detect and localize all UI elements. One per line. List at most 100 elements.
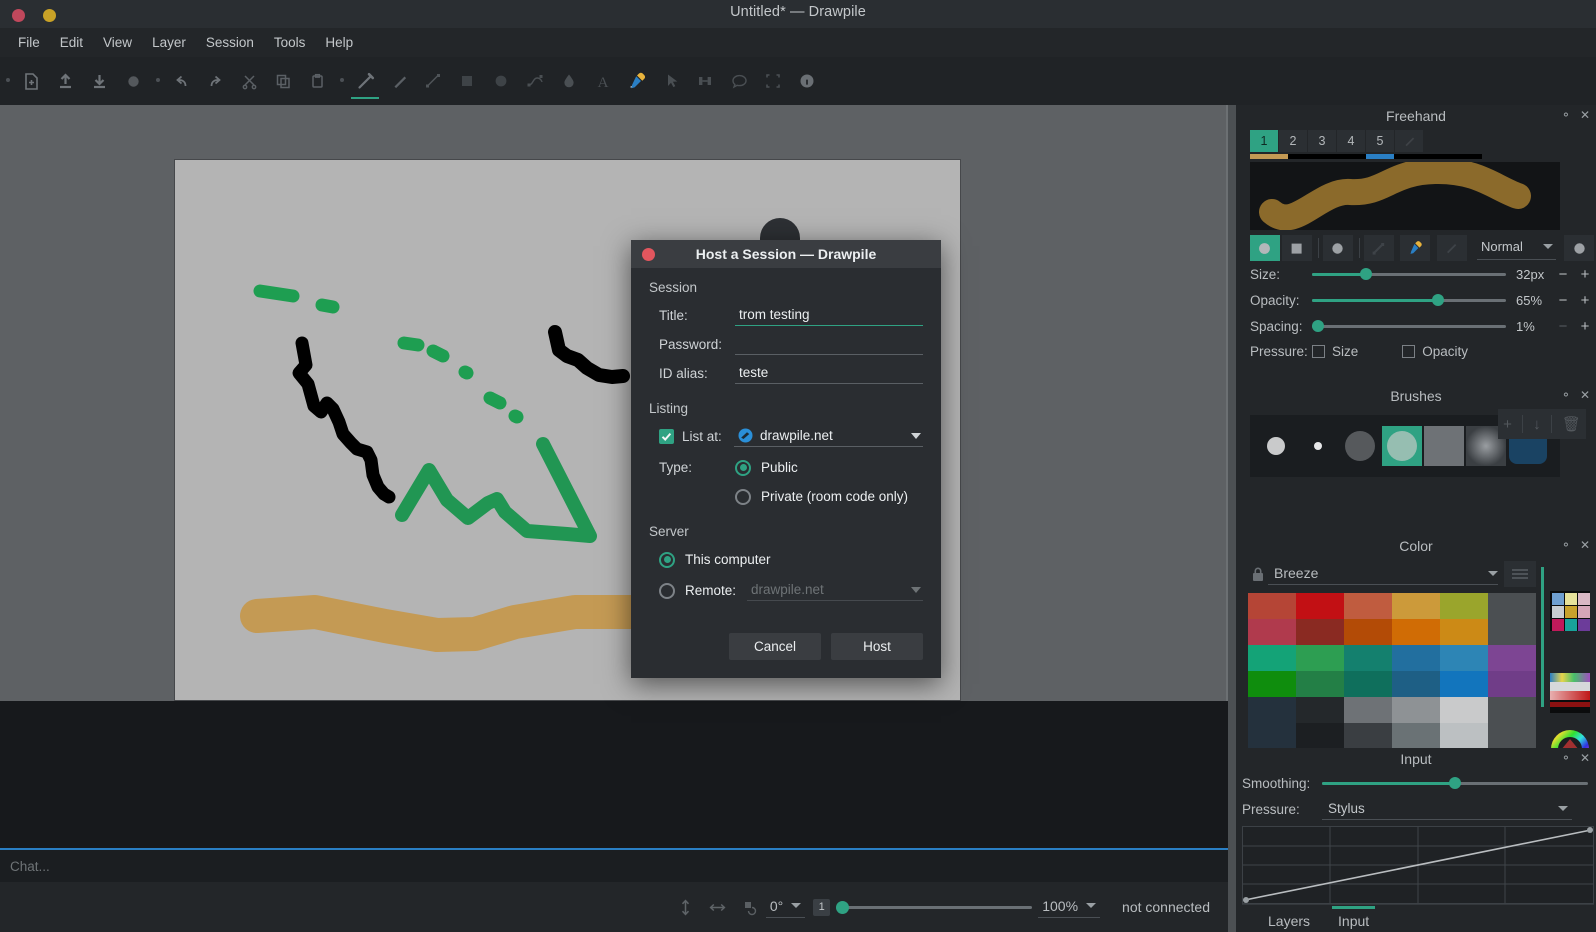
- paste-icon[interactable]: [300, 61, 334, 101]
- palette-swatch-10[interactable]: [1392, 619, 1440, 645]
- spacing-decrement-button[interactable]: −: [1552, 318, 1574, 335]
- palette-swatch-25[interactable]: [1248, 697, 1296, 723]
- open-document-icon[interactable]: [48, 61, 82, 101]
- palette-swatches[interactable]: [1248, 593, 1536, 749]
- gear-small-icon[interactable]: ⚬: [1561, 108, 1571, 122]
- plus-icon[interactable]: +: [1503, 416, 1512, 433]
- palette-swatch-16[interactable]: [1392, 645, 1440, 671]
- close-x-icon[interactable]: ✕: [1580, 108, 1590, 122]
- server-remote-input[interactable]: drawpile.net: [747, 580, 923, 601]
- spacing-slider[interactable]: [1312, 316, 1506, 336]
- list-at-checkbox[interactable]: [659, 429, 674, 444]
- palette-swatch-24[interactable]: [1488, 671, 1536, 697]
- size-slider[interactable]: [1312, 264, 1506, 284]
- flip-horizontal-icon[interactable]: [702, 892, 734, 922]
- palette-grid-icon[interactable]: [1550, 591, 1590, 631]
- palette-swatch-2[interactable]: [1296, 593, 1344, 619]
- eraser-icon[interactable]: [382, 61, 416, 101]
- new-document-icon[interactable]: [14, 61, 48, 101]
- spacing-increment-button[interactable]: +: [1574, 318, 1596, 335]
- menu-layer[interactable]: Layer: [142, 31, 196, 54]
- server-remote-row[interactable]: Remote: drawpile.net: [659, 577, 923, 604]
- palette-swatch-30[interactable]: [1488, 697, 1536, 723]
- line-icon[interactable]: [416, 61, 450, 101]
- palette-swatch-12[interactable]: [1488, 619, 1536, 645]
- session-password-input[interactable]: [735, 335, 923, 355]
- brush-slot-4[interactable]: 4: [1337, 130, 1366, 152]
- save-document-icon[interactable]: [82, 61, 116, 101]
- brush-round-button[interactable]: [1322, 235, 1353, 261]
- palette-swatch-22[interactable]: [1392, 671, 1440, 697]
- opacity-slider[interactable]: [1312, 290, 1506, 310]
- trash-icon[interactable]: 🗑: [1562, 415, 1581, 433]
- spacing-slider-handle[interactable]: [1312, 320, 1324, 332]
- menu-help[interactable]: Help: [315, 31, 363, 54]
- tab-layers[interactable]: Layers: [1254, 909, 1324, 932]
- menu-tools[interactable]: Tools: [264, 31, 316, 54]
- size-slider-handle[interactable]: [1360, 268, 1373, 280]
- inspector-icon[interactable]: [790, 61, 824, 101]
- redo-icon[interactable]: [198, 61, 232, 101]
- palette-swatch-34[interactable]: [1392, 723, 1440, 749]
- server-this-computer-row[interactable]: This computer: [659, 546, 923, 573]
- list-at-select[interactable]: drawpile.net: [734, 426, 923, 447]
- palette-swatch-32[interactable]: [1296, 723, 1344, 749]
- close-x-icon[interactable]: ✕: [1580, 751, 1590, 765]
- palette-swatch-8[interactable]: [1296, 619, 1344, 645]
- type-private-radio-row[interactable]: Private (room code only): [735, 482, 908, 512]
- text-icon[interactable]: A: [586, 61, 620, 101]
- gradient-strip-icon[interactable]: [1550, 673, 1590, 713]
- color-picker-button[interactable]: [1400, 235, 1431, 261]
- cancel-button[interactable]: Cancel: [729, 633, 821, 660]
- fill-icon[interactable]: [552, 61, 586, 101]
- palette-swatch-20[interactable]: [1296, 671, 1344, 697]
- ellipse-icon[interactable]: [484, 61, 518, 101]
- bezier-icon[interactable]: [518, 61, 552, 101]
- flip-vertical-icon[interactable]: [670, 892, 702, 922]
- close-x-icon[interactable]: ✕: [1580, 538, 1590, 552]
- server-this-computer-radio[interactable]: [659, 551, 675, 568]
- cut-icon[interactable]: [232, 61, 266, 101]
- download-icon[interactable]: ↓: [1533, 416, 1541, 433]
- pressure-opacity-checkbox[interactable]: [1402, 344, 1416, 358]
- eraser-slot-icon[interactable]: [1395, 130, 1424, 152]
- palette-swatch-19[interactable]: [1248, 671, 1296, 697]
- brush-preset-1[interactable]: [1256, 426, 1296, 466]
- palette-swatch-3[interactable]: [1344, 593, 1392, 619]
- color-picker-icon[interactable]: [620, 61, 654, 101]
- palette-swatch-4[interactable]: [1392, 593, 1440, 619]
- canvas-viewport[interactable]: [0, 105, 1228, 701]
- opacity-slider-handle[interactable]: [1432, 294, 1445, 306]
- dialog-close-button[interactable]: [642, 248, 655, 261]
- select-icon[interactable]: [654, 61, 688, 101]
- palette-swatch-18[interactable]: [1488, 645, 1536, 671]
- size-increment-button[interactable]: +: [1574, 266, 1596, 283]
- size-decrement-button[interactable]: −: [1552, 266, 1574, 283]
- brush-preset-3[interactable]: [1340, 426, 1380, 466]
- brush-slot-3[interactable]: 3: [1308, 130, 1337, 152]
- blend-mode-select[interactable]: Normal: [1476, 236, 1557, 260]
- palette-swatch-21[interactable]: [1344, 671, 1392, 697]
- chevron-down-icon[interactable]: [1558, 805, 1568, 811]
- pressure-curve-graph[interactable]: [1242, 826, 1594, 904]
- palette-swatch-7[interactable]: [1248, 619, 1296, 645]
- chevron-down-icon[interactable]: [791, 903, 802, 908]
- tab-input[interactable]: Input: [1324, 906, 1383, 932]
- palette-swatch-6[interactable]: [1488, 593, 1536, 619]
- host-button[interactable]: Host: [831, 633, 923, 660]
- palette-swatch-33[interactable]: [1344, 723, 1392, 749]
- brush-extra-button[interactable]: [1564, 235, 1594, 261]
- chevron-down-icon[interactable]: [1543, 244, 1554, 249]
- brush-slot-2[interactable]: 2: [1279, 130, 1308, 152]
- zoom-slider-handle[interactable]: [836, 901, 850, 914]
- session-idalias-input[interactable]: teste: [735, 363, 923, 384]
- smoothing-slider[interactable]: [1322, 773, 1588, 793]
- zoom-level-field[interactable]: 100%: [1038, 897, 1101, 918]
- brush-slot-5[interactable]: 5: [1366, 130, 1395, 152]
- close-x-icon[interactable]: ✕: [1580, 388, 1590, 402]
- gear-small-icon[interactable]: ⚬: [1561, 751, 1571, 765]
- chevron-down-icon[interactable]: [911, 432, 921, 439]
- palette-swatch-35[interactable]: [1440, 723, 1488, 749]
- zoom-slider[interactable]: [836, 898, 1033, 916]
- brush-slot-1[interactable]: 1: [1250, 130, 1279, 152]
